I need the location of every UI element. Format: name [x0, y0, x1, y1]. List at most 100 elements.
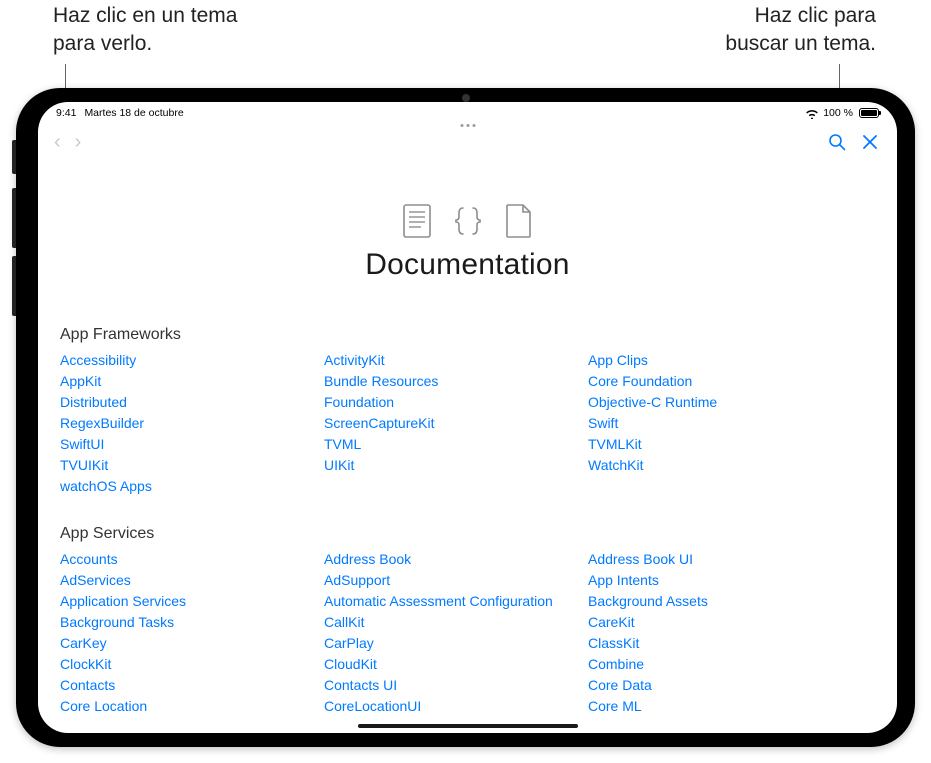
link-grid: Accessibility ActivityKit App Clips AppKit B… [60, 350, 875, 497]
list-item: Contacts [60, 675, 320, 696]
list-item: CoreLocationUI [324, 696, 584, 717]
topic-link[interactable]: ScreenCaptureKit [324, 415, 435, 431]
annotation-left: Haz clic en un tema para verlo. [53, 2, 237, 59]
list-item: Core Foundation [588, 371, 848, 392]
topic-link[interactable]: Distributed [60, 394, 127, 410]
list-item: Bundle Resources [324, 371, 584, 392]
topic-link[interactable]: Contacts [60, 677, 115, 693]
list-item: UIKit [324, 455, 584, 476]
topic-link[interactable]: CallKit [324, 614, 364, 630]
topic-link[interactable]: Address Book UI [588, 551, 693, 567]
search-icon[interactable] [827, 132, 847, 152]
list-item: AdServices [60, 570, 320, 591]
topic-link[interactable]: Core Data [588, 677, 652, 693]
topic-link[interactable]: ClockKit [60, 656, 111, 672]
topic-link[interactable]: ActivityKit [324, 352, 385, 368]
topic-link[interactable]: Combine [588, 656, 644, 672]
page-icon [505, 204, 533, 238]
list-item: Accounts [60, 549, 320, 570]
battery-text: 100 % [823, 107, 853, 119]
list-item: Core ML [588, 696, 848, 717]
topic-link[interactable]: Core Location [60, 698, 147, 714]
topic-link[interactable]: TVML [324, 436, 361, 452]
list-item: WatchKit [588, 455, 848, 476]
list-item: Distributed [60, 392, 320, 413]
topic-link[interactable]: Accounts [60, 551, 118, 567]
annotation-right: Haz clic para buscar un tema. [725, 2, 876, 59]
topic-link[interactable]: Core Foundation [588, 373, 692, 389]
topic-link[interactable]: Foundation [324, 394, 394, 410]
list-item: Combine [588, 654, 848, 675]
navigation-bar: ‹ › [38, 122, 897, 158]
list-item: ClassKit [588, 633, 848, 654]
topic-link[interactable]: App Intents [588, 572, 659, 588]
list-item: TVML [324, 434, 584, 455]
annotation-text: buscar un tema. [725, 32, 876, 55]
topic-link[interactable]: AdServices [60, 572, 131, 588]
topic-link[interactable]: Contacts UI [324, 677, 397, 693]
list-item: CarPlay [324, 633, 584, 654]
list-item: ScreenCaptureKit [324, 413, 584, 434]
topic-link[interactable]: AdSupport [324, 572, 390, 588]
topic-link[interactable]: WatchKit [588, 457, 644, 473]
topic-link[interactable]: SwiftUI [60, 436, 104, 452]
list-item: App Clips [588, 350, 848, 371]
topic-link[interactable]: CareKit [588, 614, 635, 630]
topic-link[interactable]: Swift [588, 415, 618, 431]
list-item: Contacts UI [324, 675, 584, 696]
list-item: watchOS Apps [60, 476, 320, 497]
home-indicator[interactable] [358, 724, 578, 728]
hardware-button [12, 140, 16, 174]
topic-link[interactable]: TVUIKit [60, 457, 108, 473]
annotation-text: para verlo. [53, 32, 152, 55]
list-item: SwiftUI [60, 434, 320, 455]
hero: Documentation [60, 204, 875, 282]
page-title: Documentation [60, 248, 875, 282]
topic-link[interactable]: RegexBuilder [60, 415, 144, 431]
topic-link[interactable]: Automatic Assessment Configuration [324, 593, 553, 609]
topic-link[interactable]: App Clips [588, 352, 648, 368]
list-item: TVUIKit [60, 455, 320, 476]
list-item: ActivityKit [324, 350, 584, 371]
status-date: Martes 18 de octubre [84, 107, 183, 119]
content-area: Documentation App FrameworksAccessibilit… [38, 158, 897, 733]
topic-link[interactable]: Address Book [324, 551, 411, 567]
topic-link[interactable]: AppKit [60, 373, 101, 389]
topic-link[interactable]: Core ML [588, 698, 642, 714]
topic-link[interactable]: Bundle Resources [324, 373, 438, 389]
topic-link[interactable]: Background Assets [588, 593, 708, 609]
topic-link[interactable]: ClassKit [588, 635, 639, 651]
topic-link[interactable]: CarPlay [324, 635, 374, 651]
status-right: 100 % [805, 107, 879, 119]
list-item: AppKit [60, 371, 320, 392]
list-item: Address Book UI [588, 549, 848, 570]
topic-link[interactable]: watchOS Apps [60, 478, 152, 494]
list-item: Automatic Assessment Configuration [324, 591, 584, 612]
ipad-device-frame: 9:41 Martes 18 de octubre 100 % ‹ › [16, 88, 915, 747]
list-item: Accessibility [60, 350, 320, 371]
topic-link[interactable]: Accessibility [60, 352, 136, 368]
list-item: Background Tasks [60, 612, 320, 633]
topic-link[interactable]: CarKey [60, 635, 107, 651]
list-item: CloudKit [324, 654, 584, 675]
topic-link[interactable]: CloudKit [324, 656, 377, 672]
multitask-ellipsis-icon[interactable] [460, 124, 475, 127]
battery-icon [859, 108, 879, 118]
list-item: CarKey [60, 633, 320, 654]
hardware-button [12, 188, 16, 248]
topic-link[interactable]: UIKit [324, 457, 354, 473]
topic-link[interactable]: TVMLKit [588, 436, 642, 452]
back-button[interactable]: ‹ [54, 132, 61, 152]
annotation-text: Haz clic en un tema [53, 4, 237, 27]
hero-icons [60, 204, 875, 238]
close-icon[interactable] [861, 133, 879, 151]
topic-link[interactable]: Background Tasks [60, 614, 174, 630]
list-item: Objective-C Runtime [588, 392, 848, 413]
hardware-button [12, 256, 16, 316]
forward-button[interactable]: › [75, 132, 82, 152]
topic-link[interactable]: CoreLocationUI [324, 698, 421, 714]
topic-link[interactable]: Objective-C Runtime [588, 394, 717, 410]
status-bar: 9:41 Martes 18 de octubre 100 % [38, 102, 897, 122]
topic-link[interactable]: Application Services [60, 593, 186, 609]
front-camera [462, 94, 470, 102]
